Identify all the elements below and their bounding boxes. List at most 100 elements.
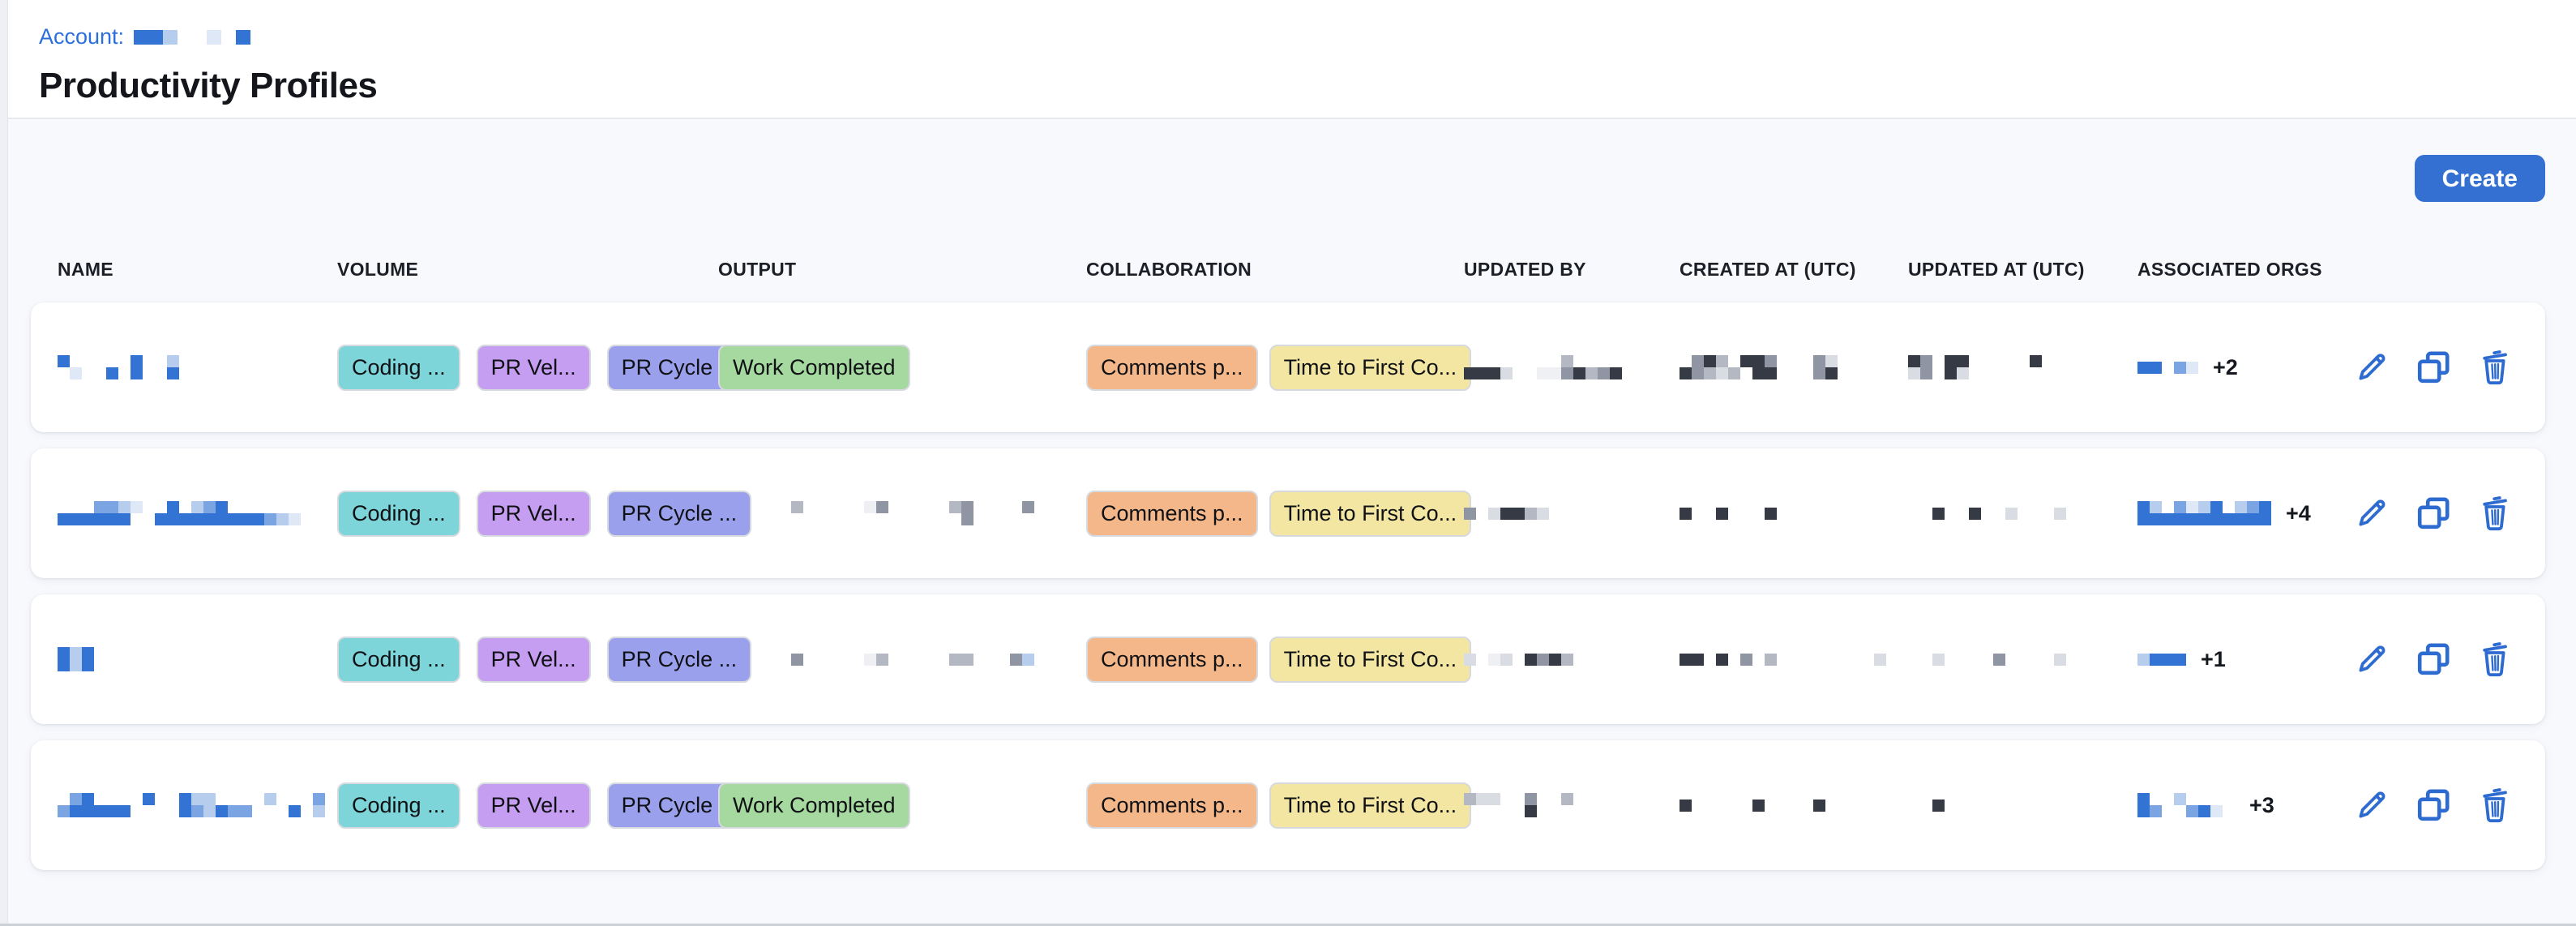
metric-badge: Coding ...: [337, 782, 460, 829]
actions-cell: [2341, 784, 2545, 826]
table-row: Coding ... PR Vel... PR Cycle ... Work C…: [31, 740, 2545, 870]
metric-badge: PR Vel...: [477, 637, 591, 683]
column-header-updated-by: UPDATED BY: [1464, 259, 1680, 281]
volume-cell: Coding ... PR Vel... PR Cycle ...: [337, 491, 718, 537]
updated-at-redacted: [1908, 355, 2137, 379]
volume-cell: Coding ... PR Vel... PR Cycle ...: [337, 637, 718, 683]
updated-by-redacted: [1464, 654, 1680, 666]
toolbar: Create: [31, 155, 2545, 202]
metric-badge: Time to First Co...: [1269, 345, 1472, 391]
orgs-redacted: [2137, 654, 2186, 666]
metric-badge: Time to First Co...: [1269, 782, 1472, 829]
actions-cell: [2341, 492, 2545, 534]
metric-badge: Coding ...: [337, 637, 460, 683]
orgs-more-count: +1: [2201, 647, 2226, 672]
orgs-more-count: +3: [2249, 793, 2274, 818]
page-header: Account: Productivity Profiles: [0, 0, 2576, 119]
output-cell: [718, 654, 1086, 666]
name-redacted: [58, 355, 337, 379]
delete-button[interactable]: [2474, 784, 2516, 826]
table-row: Coding ... PR Vel... PR Cycle ... Commen…: [31, 448, 2545, 578]
column-header-updated-at: UPDATED AT (UTC): [1908, 259, 2137, 281]
duplicate-button[interactable]: [2412, 492, 2454, 534]
column-header-output: OUTPUT: [718, 259, 1086, 281]
metric-badge: PR Vel...: [477, 491, 591, 537]
name-redacted: [58, 647, 337, 671]
table-body: Coding ... PR Vel... PR Cycle ... Work C…: [0, 302, 2576, 870]
metric-badge: Comments p...: [1086, 782, 1258, 829]
metric-badge: Coding ...: [337, 345, 460, 391]
updated-by-cell: [1464, 793, 1680, 817]
column-header-associated-orgs: ASSOCIATED ORGS: [2137, 259, 2341, 281]
duplicate-button[interactable]: [2412, 638, 2454, 680]
updated-by-redacted: [1464, 508, 1680, 520]
duplicate-button[interactable]: [2412, 784, 2454, 826]
copy-icon: [2414, 640, 2453, 679]
trash-icon: [2475, 640, 2514, 679]
pencil-icon: [2352, 348, 2391, 387]
trash-icon: [2475, 786, 2514, 825]
output-cell: [718, 501, 1086, 525]
edit-button[interactable]: [2351, 346, 2393, 388]
metric-badge: Time to First Co...: [1269, 637, 1472, 683]
created-at-cell: [1680, 355, 1908, 379]
edit-button[interactable]: [2351, 638, 2393, 680]
edit-button[interactable]: [2351, 492, 2393, 534]
updated-by-redacted: [1464, 793, 1680, 817]
edit-button[interactable]: [2351, 784, 2393, 826]
associated-orgs-cell: +2: [2137, 355, 2341, 380]
created-at-redacted: [1680, 508, 1908, 520]
associated-orgs-cell: +4: [2137, 501, 2341, 526]
collaboration-cell: Comments p... Time to First Co...: [1086, 491, 1464, 537]
pencil-icon: [2352, 494, 2391, 533]
updated-at-redacted: [1908, 508, 2137, 520]
created-at-redacted: [1680, 654, 1908, 666]
metric-badge: Comments p...: [1086, 637, 1258, 683]
window-left-edge: [0, 0, 8, 926]
page-title: Productivity Profiles: [39, 66, 2576, 106]
column-header-volume: VOLUME: [337, 259, 718, 281]
delete-button[interactable]: [2474, 346, 2516, 388]
create-button[interactable]: Create: [2415, 155, 2545, 202]
trash-icon: [2475, 494, 2514, 533]
column-header-created-at: CREATED AT (UTC): [1680, 259, 1908, 281]
updated-by-cell: [1464, 355, 1680, 379]
orgs-redacted: [2137, 793, 2235, 817]
updated-by-cell: [1464, 508, 1680, 520]
copy-icon: [2414, 494, 2453, 533]
updated-at-cell: [1908, 355, 2137, 379]
updated-at-cell: [1908, 800, 2137, 812]
metric-badge: Comments p...: [1086, 491, 1258, 537]
volume-cell: Coding ... PR Vel... PR Cycle ...: [337, 782, 718, 829]
associated-orgs-cell: +1: [2137, 647, 2341, 672]
name-cell: [58, 793, 337, 817]
breadcrumb: Account:: [39, 24, 2576, 49]
updated-at-redacted: [1908, 654, 2137, 666]
delete-button[interactable]: [2474, 492, 2516, 534]
output-cell: Work Completed: [718, 782, 1086, 829]
updated-at-cell: [1908, 654, 2137, 666]
orgs-more-count: +4: [2286, 501, 2311, 526]
copy-icon: [2414, 786, 2453, 825]
output-redacted: [718, 501, 1086, 525]
orgs-redacted: [2137, 501, 2271, 525]
actions-cell: [2341, 638, 2545, 680]
created-at-cell: [1680, 800, 1908, 812]
duplicate-button[interactable]: [2412, 346, 2454, 388]
name-cell: [58, 355, 337, 379]
associated-orgs-cell: +3: [2137, 793, 2341, 818]
created-at-redacted: [1680, 355, 1908, 379]
metric-badge: PR Vel...: [477, 782, 591, 829]
metric-badge: Coding ...: [337, 491, 460, 537]
delete-button[interactable]: [2474, 638, 2516, 680]
collaboration-cell: Comments p... Time to First Co...: [1086, 637, 1464, 683]
output-cell: Work Completed: [718, 345, 1086, 391]
updated-by-redacted: [1464, 355, 1680, 379]
volume-cell: Coding ... PR Vel... PR Cycle ...: [337, 345, 718, 391]
metric-badge: PR Vel...: [477, 345, 591, 391]
account-link[interactable]: Account:: [39, 24, 124, 49]
created-at-redacted: [1680, 800, 1908, 812]
output-redacted: [718, 654, 1086, 666]
copy-icon: [2414, 348, 2453, 387]
collaboration-cell: Comments p... Time to First Co...: [1086, 782, 1464, 829]
